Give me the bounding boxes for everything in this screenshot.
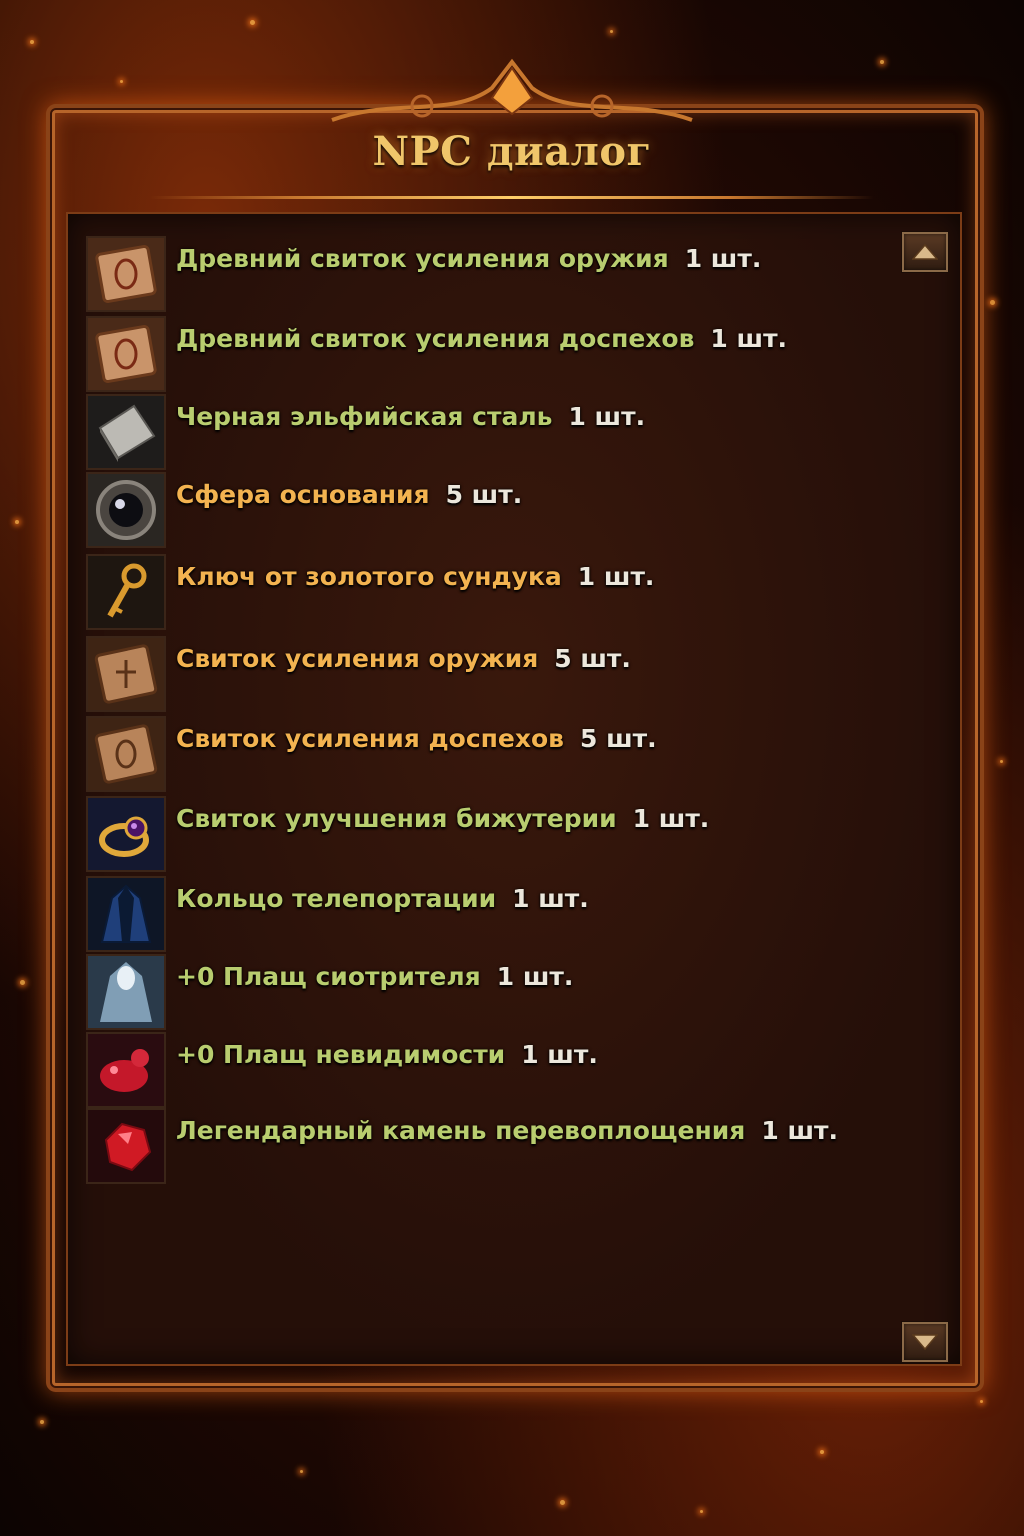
item-name: Черная эльфийская сталь bbox=[176, 402, 553, 431]
light-cloak-icon bbox=[86, 954, 166, 1030]
scroll-icon bbox=[86, 636, 166, 712]
item-name: +0 Плащ невидимости bbox=[176, 1040, 506, 1069]
title-divider bbox=[150, 196, 874, 199]
list-item[interactable]: +0 Плащ сиотрителя 1 шт. bbox=[86, 954, 906, 1030]
item-quantity: 1 шт. bbox=[761, 1116, 838, 1145]
red-creature-icon bbox=[86, 1032, 166, 1108]
item-quantity: 5 шт. bbox=[445, 480, 523, 509]
ring-icon bbox=[86, 796, 166, 872]
triangle-down-icon bbox=[912, 1334, 938, 1350]
list-item[interactable]: Древний свиток усиления доспехов 1 шт. bbox=[86, 316, 906, 392]
ancient-scroll-icon bbox=[86, 316, 166, 392]
list-item[interactable]: Свиток улучшения бижутерии 1 шт. bbox=[86, 796, 906, 872]
list-item[interactable]: Сфера основания 5 шт. bbox=[86, 472, 906, 548]
steel-plate-icon bbox=[86, 394, 166, 470]
frame-crest-ornament bbox=[331, 58, 693, 122]
item-quantity: 1 шт. bbox=[521, 1040, 598, 1069]
item-name: Сфера основания bbox=[176, 480, 430, 509]
item-name: Кольцо телепортации bbox=[176, 884, 497, 913]
triangle-up-icon bbox=[912, 244, 938, 260]
red-gem-icon bbox=[86, 1108, 166, 1184]
list-item[interactable]: Ключ от золотого сундука 1 шт. bbox=[86, 554, 906, 630]
sphere-icon bbox=[86, 472, 166, 548]
dark-cloak-icon bbox=[86, 876, 166, 952]
item-quantity: 5 шт. bbox=[580, 724, 657, 753]
item-name: Легендарный камень перевоплощения bbox=[176, 1116, 746, 1145]
scroll-up-button[interactable] bbox=[902, 232, 948, 272]
item-name: +0 Плащ сиотрителя bbox=[176, 962, 481, 991]
scroll-icon bbox=[86, 716, 166, 792]
item-quantity: 1 шт. bbox=[577, 562, 655, 591]
item-name: Ключ от золотого сундука bbox=[176, 562, 562, 591]
item-name: Свиток улучшения бижутерии bbox=[176, 804, 617, 833]
list-item[interactable]: Свиток усиления оружия 5 шт. bbox=[86, 636, 906, 712]
item-quantity: 1 шт. bbox=[568, 402, 646, 431]
item-quantity: 1 шт. bbox=[684, 244, 762, 273]
item-name: Свиток усиления доспехов bbox=[176, 724, 565, 753]
item-quantity: 1 шт. bbox=[512, 884, 589, 913]
item-name: Свиток усиления оружия bbox=[176, 644, 539, 673]
item-name: Древний свиток усиления оружия bbox=[176, 244, 669, 273]
ancient-scroll-icon bbox=[86, 236, 166, 312]
dialog-title: NPC диалог bbox=[372, 128, 652, 175]
list-item[interactable]: Кольцо телепортации 1 шт. bbox=[86, 876, 906, 952]
item-quantity: 5 шт. bbox=[554, 644, 631, 673]
golden-key-icon bbox=[86, 554, 166, 630]
list-item[interactable]: Черная эльфийская сталь 1 шт. bbox=[86, 394, 906, 470]
item-quantity: 1 шт. bbox=[632, 804, 710, 833]
list-item[interactable]: Свиток усиления доспехов 5 шт. bbox=[86, 716, 906, 792]
scroll-down-button[interactable] bbox=[902, 1322, 948, 1362]
list-item[interactable]: +0 Плащ невидимости 1 шт. bbox=[86, 1032, 906, 1108]
list-item[interactable]: Легендарный камень перевоплощения 1 шт. bbox=[86, 1108, 906, 1184]
list-item[interactable]: Древний свиток усиления оружия 1 шт. bbox=[86, 236, 906, 312]
item-quantity: 1 шт. bbox=[710, 324, 788, 353]
item-name: Древний свиток усиления доспехов bbox=[176, 324, 695, 353]
item-quantity: 1 шт. bbox=[496, 962, 574, 991]
